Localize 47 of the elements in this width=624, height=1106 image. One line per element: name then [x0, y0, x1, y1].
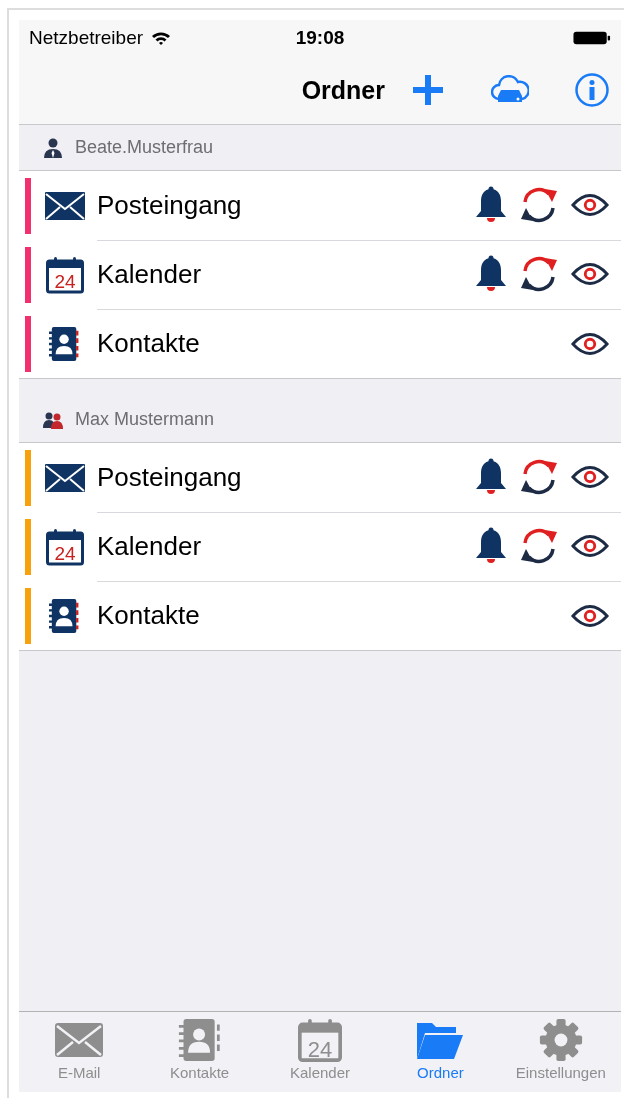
- folder-row[interactable]: Kontakte: [19, 581, 621, 650]
- nav-title: Ordner: [301, 75, 385, 105]
- info-button[interactable]: [575, 73, 609, 107]
- cloud-server-icon: [491, 75, 529, 105]
- envelope-icon: [45, 463, 85, 492]
- wifi-icon: [151, 30, 172, 46]
- folder-name: Posteingang: [97, 189, 242, 221]
- folder-row[interactable]: Kontakte: [19, 309, 621, 378]
- info-icon: [575, 73, 609, 107]
- battery-icon: [573, 31, 611, 45]
- tab-bar-item[interactable]: Ordner: [380, 1012, 501, 1092]
- eye-icon[interactable]: [571, 262, 609, 286]
- bell-icon[interactable]: [475, 186, 507, 224]
- clock-time: 19:08: [295, 27, 345, 49]
- account-name: Beate.Musterfrau: [75, 137, 214, 158]
- eye-icon[interactable]: [571, 193, 609, 217]
- folder-name: Kalender: [97, 530, 202, 562]
- sync-icon[interactable]: [519, 526, 559, 566]
- person-icon: [43, 137, 63, 158]
- eye-icon[interactable]: [571, 534, 609, 558]
- sync-icon[interactable]: [519, 185, 559, 225]
- sync-icon[interactable]: [519, 254, 559, 294]
- folder-row[interactable]: 24 Kalender: [19, 512, 621, 581]
- folder-name: Kontakte: [97, 328, 200, 359]
- settings-icon: [537, 1018, 584, 1062]
- folder-row[interactable]: Posteingang: [19, 171, 621, 240]
- bell-icon[interactable]: [475, 255, 507, 293]
- folder-name: Posteingang: [97, 461, 242, 493]
- eye-icon[interactable]: [571, 465, 609, 489]
- address-book-icon: [49, 324, 81, 363]
- eye-icon[interactable]: [571, 603, 609, 628]
- address-book-icon: [49, 596, 81, 635]
- folder-name: Kalender: [97, 258, 202, 290]
- folder-row[interactable]: 24 Kalender: [19, 240, 621, 309]
- bell-icon[interactable]: [475, 527, 507, 565]
- address-book-icon: [176, 1018, 223, 1062]
- add-button[interactable]: [413, 75, 443, 105]
- sync-icon[interactable]: [519, 457, 559, 497]
- account-name: Max Mustermann: [75, 409, 215, 430]
- carrier-name: Netzbetreiber: [29, 27, 144, 49]
- bell-icon[interactable]: [475, 458, 507, 496]
- eye-icon[interactable]: [571, 331, 609, 356]
- cloud-server-button[interactable]: [491, 75, 529, 105]
- folder-name: Kontakte: [97, 600, 200, 631]
- folder-row[interactable]: Posteingang: [19, 443, 621, 512]
- envelope-icon: [45, 191, 85, 220]
- plus-icon: [413, 75, 443, 105]
